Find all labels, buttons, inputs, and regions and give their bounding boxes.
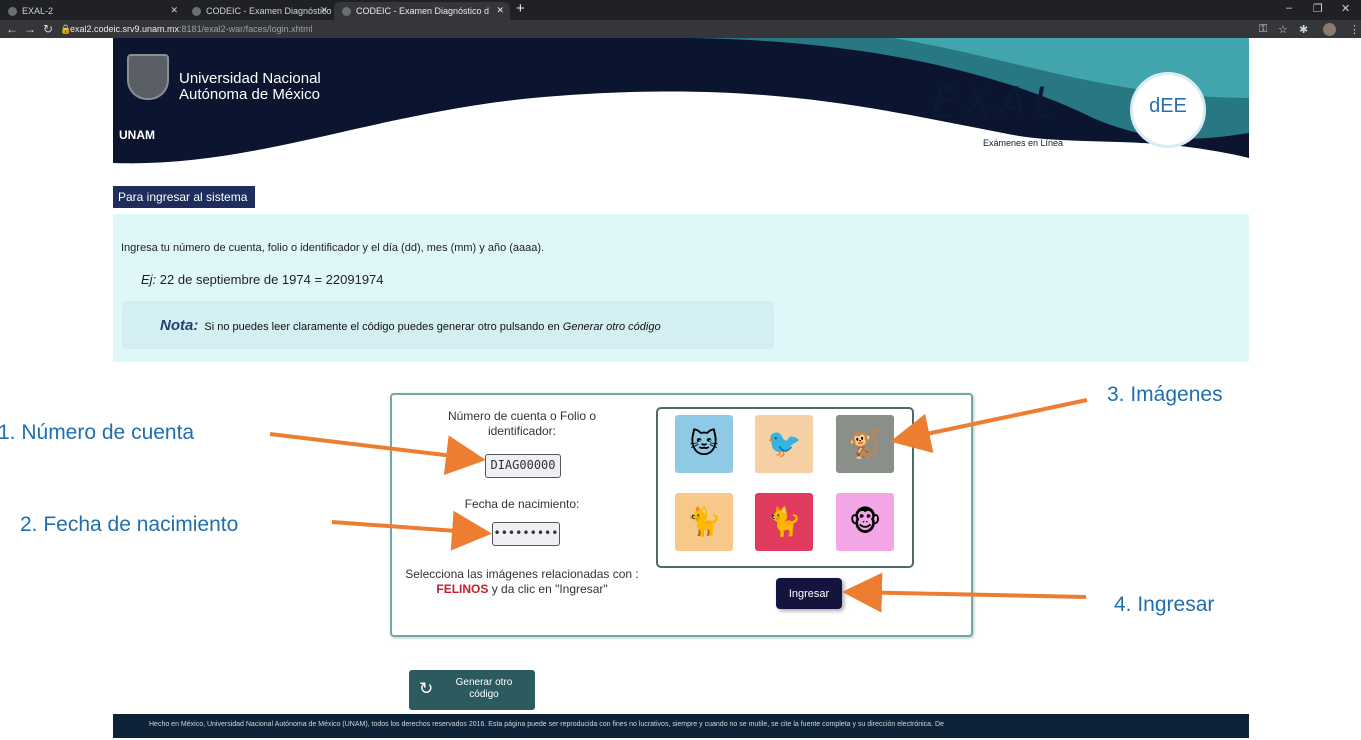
star-icon[interactable]: ☆ [1278, 23, 1288, 36]
close-icon[interactable]: ✕ [496, 5, 504, 16]
reload-icon[interactable]: ↻ [43, 22, 53, 36]
unam-shield-logo [127, 54, 169, 100]
account-input[interactable]: DIAG00000 [485, 454, 561, 478]
url-host: exal2.codeic.srv9.unam.mx [70, 24, 180, 34]
account-label: Número de cuenta o Folio o identificador… [447, 409, 597, 438]
header-date: 11 de septiembre 2020 [1098, 168, 1210, 180]
browser-tab[interactable]: CODEIC - Examen Diagnóstico d ✕ [184, 2, 334, 20]
tab-favicon [192, 7, 201, 16]
url-text[interactable]: exal2.codeic.srv9.unam.mx:8181/exal2-war… [70, 24, 313, 34]
university-line1: Universidad Nacional [179, 70, 321, 87]
note-link-text: Generar otro código [562, 321, 661, 333]
tab-favicon [8, 7, 17, 16]
cat-icon[interactable]: 🐱 [675, 415, 733, 473]
dob-password-input[interactable]: ••••••••• [492, 522, 560, 546]
key-icon[interactable]: ⚿ [1259, 23, 1267, 36]
dee-logo: dEE [1130, 72, 1206, 148]
note-text: Si no puedes leer claramente el código p… [204, 321, 560, 333]
browser-tab-active[interactable]: CODEIC - Examen Diagnóstico d ✕ [334, 2, 510, 20]
profile-avatar[interactable] [1323, 23, 1336, 36]
header-banner: Universidad Nacional Autónoma de México … [113, 38, 1249, 208]
close-window-icon[interactable]: ✕ [1341, 2, 1350, 15]
instruction-text: Ingresa tu número de cuenta, folio o ide… [121, 242, 545, 254]
close-icon[interactable]: ✕ [170, 5, 178, 16]
example-text: 22 de septiembre de 1974 = 22091974 [159, 272, 384, 287]
note-box: Nota: Si no puedes leer claramente el có… [122, 301, 774, 349]
university-line2: Autónoma de México [179, 86, 320, 103]
instructions-panel: Ingresa tu número de cuenta, folio o ide… [113, 214, 1249, 362]
menu-icon[interactable]: ⋮ [1349, 23, 1360, 36]
instruction-suffix: y da clic en "Ingresar" [491, 582, 608, 596]
note-title: Nota: [160, 317, 199, 334]
exal-logo: EXAL [931, 78, 1063, 127]
example-prefix: Ej: [141, 272, 157, 287]
forward-icon[interactable]: → [24, 22, 36, 36]
captcha-instruction: Selecciona las imágenes relacionadas con… [402, 567, 642, 597]
example-line: Ej: 22 de septiembre de 1974 = 22091974 [141, 272, 384, 287]
tab-title: CODEIC - Examen Diagnóstico d [356, 6, 490, 16]
minimize-icon[interactable]: – [1286, 2, 1292, 14]
bird-icon[interactable]: 🐦 [755, 415, 813, 473]
dob-label: Fecha de nacimiento: [464, 497, 580, 511]
note-text-line: Nota: Si no puedes leer claramente el có… [160, 317, 661, 334]
tab-title: CODEIC - Examen Diagnóstico d [206, 6, 334, 16]
footer-text: Hecho en México, Universidad Nacional Au… [113, 714, 1249, 738]
address-bar: ← → ↻ 🔒 exal2.codeic.srv9.unam.mx:8181/e… [0, 20, 1361, 38]
generate-code-button[interactable]: ↻ Generar otro código [409, 670, 535, 710]
instruction-keyword: FELINOS [436, 582, 489, 596]
unam-label: UNAM [119, 128, 155, 142]
new-tab-icon[interactable]: + [516, 0, 525, 17]
ingresar-button[interactable]: Ingresar [776, 578, 842, 609]
browser-tab-strip: EXAL-2 ✕ CODEIC - Examen Diagnóstico d ✕… [0, 0, 1361, 20]
monkey-icon[interactable]: 🐵 [836, 493, 894, 551]
refresh-icon: ↻ [419, 679, 434, 698]
section-title: Para ingresar al sistema [113, 186, 256, 208]
close-icon[interactable]: ✕ [320, 5, 328, 16]
cat-icon[interactable]: 🐈 [675, 493, 733, 551]
restore-icon[interactable]: ❐ [1313, 2, 1323, 15]
tab-title: EXAL-2 [22, 6, 54, 16]
exal-subtitle: Exámenes en Línea [983, 138, 1064, 148]
url-path: :8181/exal2-war/faces/login.xhtml [179, 24, 313, 34]
login-form: Número de cuenta o Folio o identificador… [390, 393, 973, 637]
annotation-images: 3. Imágenes [1107, 383, 1223, 406]
back-icon[interactable]: ← [6, 22, 18, 36]
annotation-dob: 2. Fecha de nacimiento [20, 513, 239, 536]
browser-tab[interactable]: EXAL-2 ✕ [0, 2, 184, 20]
university-name: Universidad Nacional Autónoma de México [179, 71, 321, 103]
annotation-account: 1. Número de cuenta [0, 421, 195, 444]
annotation-ingresar: 4. Ingresar [1114, 593, 1215, 616]
monkey-icon[interactable]: 🐒 [836, 415, 894, 473]
cat-icon[interactable]: 🐈 [755, 493, 813, 551]
extensions-icon[interactable]: ✱ [1299, 23, 1308, 36]
generate-code-label: Generar otro código [439, 677, 529, 701]
instruction-prefix: Selecciona las imágenes relacionadas con… [405, 567, 639, 581]
captcha-image-grid: 🐱 🐦 🐒 🐈 🐈 🐵 [656, 407, 914, 568]
generate-line1: Generar otro [455, 677, 513, 688]
generate-line2: código [469, 689, 499, 700]
tab-favicon [342, 7, 351, 16]
banner-wave [113, 38, 1249, 208]
